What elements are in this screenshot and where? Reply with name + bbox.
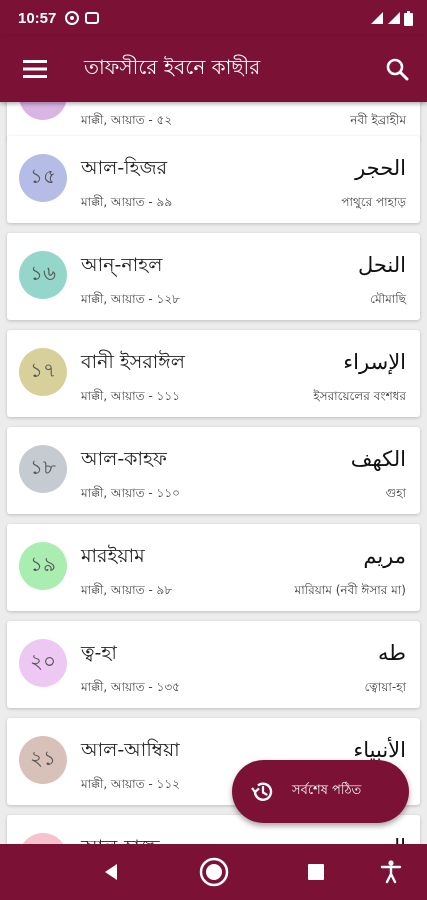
- recents-square-icon: [308, 864, 324, 880]
- last-read-label: সর্বশেষ পঠিত: [292, 783, 362, 798]
- surah-number-badge: ২০: [19, 639, 67, 687]
- surah-meta: মাক্কী, আয়াত - ৯৯: [81, 195, 173, 209]
- surah-number-badge: ১৬: [19, 251, 67, 299]
- surah-arabic-name: طه: [378, 641, 406, 665]
- recents-button[interactable]: [291, 844, 341, 900]
- surah-arabic-name: الأنبياء: [353, 738, 406, 762]
- surah-meaning: নবী ইব্রাহীম: [350, 113, 406, 127]
- surah-card[interactable]: ১৮ আল-কাহফ মাক্কী, আয়াত - ১১০ الكهف গুহ…: [7, 427, 420, 514]
- status-notification-icons: [64, 10, 100, 26]
- surah-meaning: মৌমাছি: [370, 292, 406, 306]
- data-saver-icon: [85, 12, 100, 24]
- surah-arabic-name: الإسراء: [343, 350, 406, 374]
- surah-meaning: ইসরায়েলের বংশধর: [313, 389, 406, 403]
- battery-icon: [404, 10, 413, 26]
- surah-meta: মাক্কী, আয়াত - ১১১: [81, 389, 180, 403]
- surah-number-badge: ১৭: [19, 348, 67, 396]
- system-navigation-bar: [0, 844, 427, 900]
- surah-card[interactable]: ১৭ বানী ইসরাঈল মাক্কী, আয়াত - ১১১ الإسر…: [7, 330, 420, 417]
- surah-number-badge: ১৫: [19, 154, 67, 202]
- sync-icon: [65, 11, 80, 25]
- surah-name: আল-কাহফ: [81, 448, 167, 470]
- surah-list[interactable]: মাক্কী, আয়াত - ৫২ নবী ইব্রাহীম ১৫ আল-হি…: [0, 102, 427, 844]
- surah-number-badge: ২১: [19, 736, 67, 784]
- surah-meta: মাক্কী, আয়াত - ১৩৫: [81, 680, 180, 694]
- surah-name: বানী ইসরাঈল: [81, 351, 185, 373]
- surah-meaning: ত্বোয়া-হা: [364, 680, 406, 694]
- surah-number-badge: ১৯: [19, 542, 67, 590]
- surah-number-badge: [19, 833, 67, 844]
- status-time: 10:57: [18, 9, 57, 27]
- surah-number-badge: ১৮: [19, 445, 67, 493]
- surah-number-badge: [19, 102, 67, 120]
- surah-card[interactable]: ২০ ত্ব-হা মাক্কী, আয়াত - ১৩৫ طه ত্বোয়া…: [7, 621, 420, 708]
- surah-name: আল-হাজ্জ: [81, 833, 160, 844]
- surah-name: আল-হিজর: [81, 157, 168, 179]
- hamburger-menu-icon: [23, 60, 47, 78]
- surah-meta: মাক্কী, আয়াত - ১১০: [81, 486, 180, 500]
- surah-meaning: মারিয়াম (নবী ঈসার মা): [294, 583, 406, 597]
- surah-card[interactable]: ১৬ আন্-নাহল মাক্কী, আয়াত - ১২৮ النحل মৌ…: [7, 233, 420, 320]
- surah-card[interactable]: ১৯ মারইয়াম মাক্কী, আয়াত - ৯৮ مريم মারি…: [7, 524, 420, 611]
- surah-name: ত্ব-হা: [81, 642, 117, 664]
- back-triangle-icon: [105, 864, 117, 880]
- surah-meta: মাক্কী, আয়াত - ১১২: [81, 777, 180, 791]
- accessibility-button[interactable]: [366, 844, 416, 900]
- accessibility-icon: [380, 860, 402, 884]
- surah-card[interactable]: ১৫ আল-হিজর মাক্কী, আয়াত - ৯৯ الحجر পাথু…: [7, 136, 420, 223]
- status-bar: 10:57: [0, 0, 427, 36]
- surah-name: আন্-নাহল: [81, 254, 163, 276]
- surah-meta: মাক্কী, আয়াত - ১২৮: [81, 292, 180, 306]
- history-icon: [251, 782, 273, 801]
- surah-meaning: পাথুরে পাহাড়: [341, 195, 406, 209]
- surah-meta: মাক্কী, আয়াত - ৯৮: [81, 583, 173, 597]
- status-system-icons: [370, 10, 413, 26]
- signal-icon-2: [388, 12, 400, 24]
- surah-name: আল-আম্বিয়া: [81, 739, 180, 761]
- surah-meaning: গুহা: [385, 486, 406, 500]
- search-icon: [386, 58, 409, 81]
- app-title: তাফসীরে ইবনে কাছীর: [84, 54, 261, 79]
- signal-icon: [371, 12, 383, 24]
- surah-meta: মাক্কী, আয়াত - ৫২: [81, 113, 173, 127]
- surah-arabic-name: مريم: [363, 544, 406, 568]
- home-button[interactable]: [189, 844, 239, 900]
- back-button[interactable]: [86, 844, 136, 900]
- surah-name: মারইয়াম: [81, 545, 145, 567]
- menu-button[interactable]: [0, 36, 70, 102]
- surah-arabic-name: الحجر: [355, 156, 406, 180]
- surah-arabic-name: النحل: [357, 253, 406, 277]
- surah-arabic-name: الحج: [367, 835, 406, 844]
- last-read-button[interactable]: সর্বশেষ পঠিত: [232, 760, 409, 823]
- surah-arabic-name: الكهف: [350, 447, 406, 471]
- search-button[interactable]: [367, 36, 427, 102]
- home-circle-icon: [199, 857, 229, 887]
- app-bar: তাফসীরে ইবনে কাছীর: [0, 36, 427, 102]
